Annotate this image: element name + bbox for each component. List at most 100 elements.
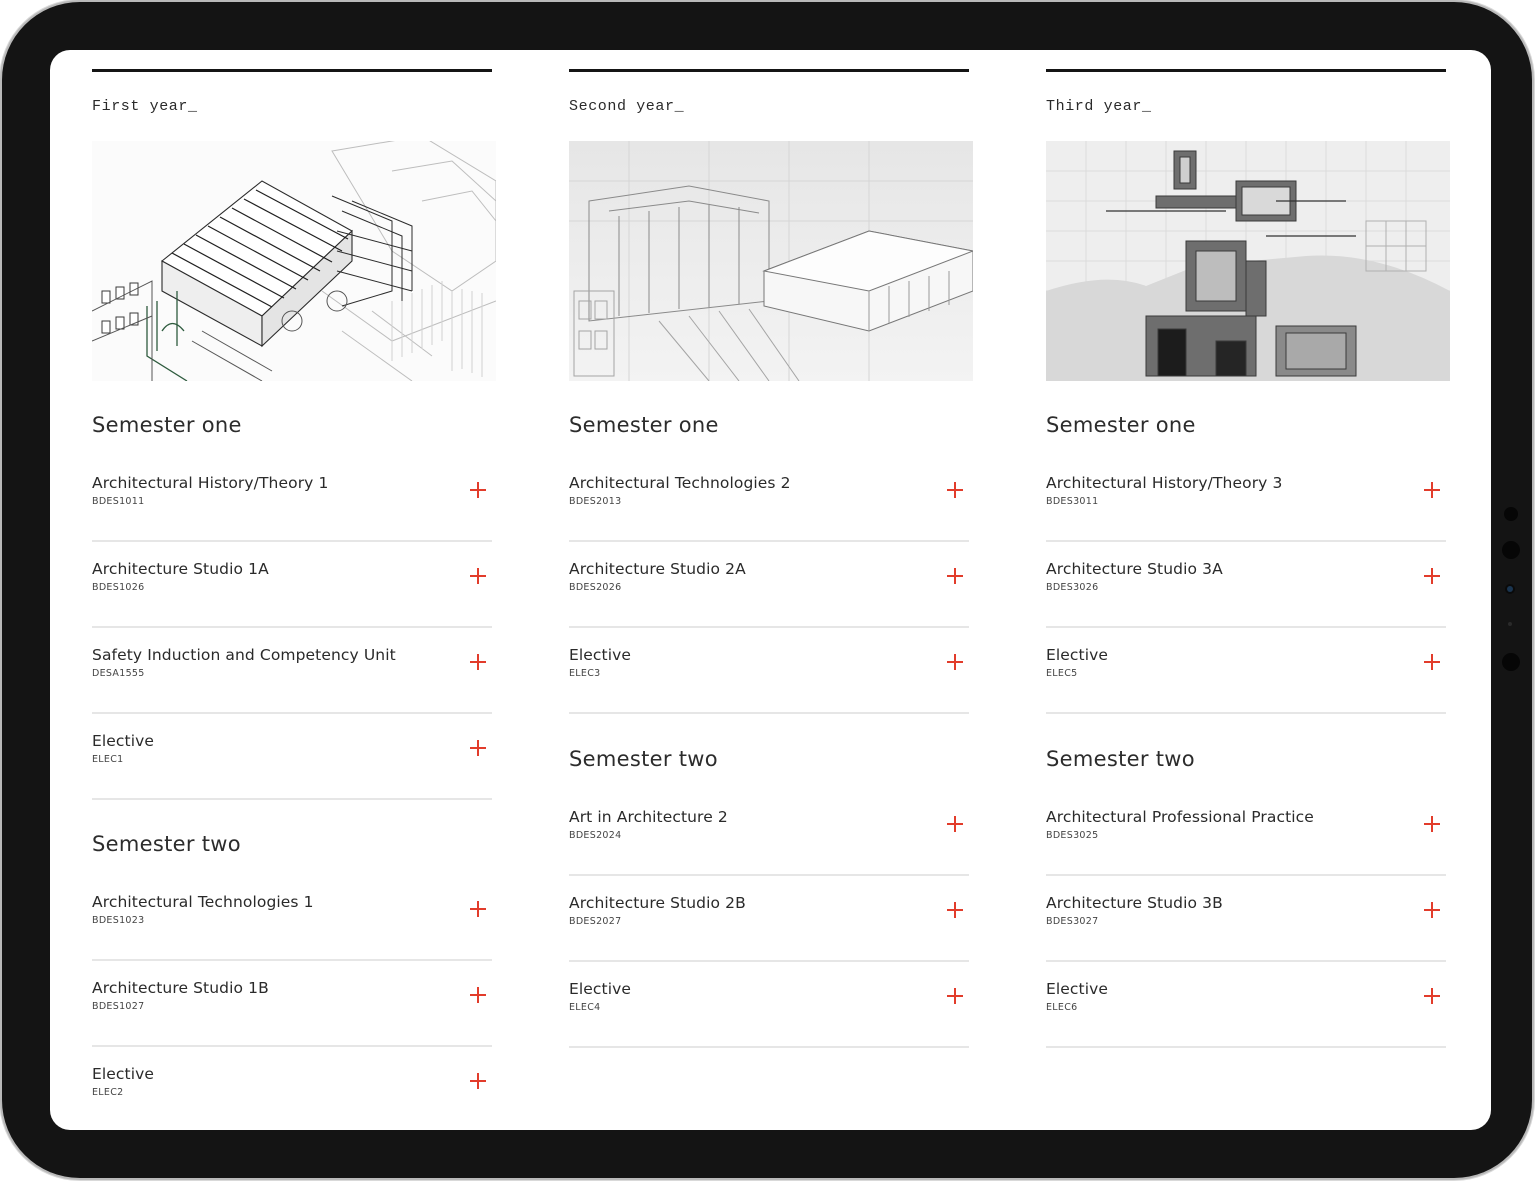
semester-title: Semester one (569, 413, 719, 437)
semester-title: Semester one (1046, 413, 1196, 437)
tablet-frame: First year_ Semester one Architectural H… (2, 2, 1532, 1178)
course-name: Architecture Studio 3A (1046, 560, 1223, 578)
course-list: Art in Architecture 2 BDES2024 Architect… (569, 790, 969, 1048)
course-code: ELEC6 (1046, 1002, 1078, 1013)
column-top-rule (569, 69, 969, 72)
course-name: Architectural Professional Practice (1046, 808, 1314, 826)
plus-icon[interactable] (470, 740, 486, 756)
course-code: BDES3025 (1046, 830, 1099, 841)
course-row[interactable]: Architectural History/Theory 3 BDES3011 (1046, 456, 1446, 542)
course-code: ELEC5 (1046, 668, 1078, 679)
course-code: BDES1011 (92, 496, 145, 507)
course-row[interactable]: Elective ELEC1 (92, 714, 492, 800)
device-button (1502, 541, 1520, 559)
plus-icon[interactable] (1424, 568, 1440, 584)
plus-icon[interactable] (470, 568, 486, 584)
plus-icon[interactable] (1424, 902, 1440, 918)
course-list: Architectural History/Theory 1 BDES1011 … (92, 456, 492, 800)
course-list: Architectural History/Theory 3 BDES3011 … (1046, 456, 1446, 714)
plus-icon[interactable] (470, 987, 486, 1003)
course-code: DESA1555 (92, 668, 145, 679)
year-label: First year_ (92, 98, 198, 115)
hero-image-perspective-drawing (569, 141, 973, 381)
course-name: Elective (569, 646, 632, 664)
year-label: Third year_ (1046, 98, 1152, 115)
course-row[interactable]: Safety Induction and Competency Unit DES… (92, 628, 492, 714)
plus-icon[interactable] (947, 482, 963, 498)
course-name: Art in Architecture 2 (569, 808, 728, 826)
course-row[interactable]: Architecture Studio 1B BDES1027 (92, 961, 492, 1047)
course-row[interactable]: Art in Architecture 2 BDES2024 (569, 790, 969, 876)
course-row[interactable]: Architecture Studio 2A BDES2026 (569, 542, 969, 628)
course-name: Safety Induction and Competency Unit (92, 646, 396, 664)
plus-icon[interactable] (947, 654, 963, 670)
course-code: BDES2026 (569, 582, 622, 593)
camera-icon (1507, 586, 1513, 592)
plus-icon[interactable] (470, 1073, 486, 1089)
course-name: Architecture Studio 2B (569, 894, 746, 912)
course-row[interactable]: Architectural Technologies 2 BDES2013 (569, 456, 969, 542)
hero-image-isometric-building (92, 141, 496, 381)
course-name: Architecture Studio 2A (569, 560, 746, 578)
course-row[interactable]: Elective ELEC6 (1046, 962, 1446, 1048)
column-top-rule (92, 69, 492, 72)
course-row[interactable]: Elective ELEC3 (569, 628, 969, 714)
course-name: Architectural Technologies 2 (569, 474, 791, 492)
hero-image-section-model (1046, 141, 1450, 381)
course-code: ELEC2 (92, 1087, 124, 1098)
course-row[interactable]: Elective ELEC5 (1046, 628, 1446, 714)
course-name: Architecture Studio 3B (1046, 894, 1223, 912)
course-list: Architectural Technologies 2 BDES2013 Ar… (569, 456, 969, 714)
course-row[interactable]: Architecture Studio 3B BDES3027 (1046, 876, 1446, 962)
semester-title: Semester two (1046, 747, 1195, 771)
course-row[interactable]: Architectural Professional Practice BDES… (1046, 790, 1446, 876)
plus-icon[interactable] (470, 482, 486, 498)
course-code: ELEC1 (92, 754, 124, 765)
course-code: BDES1026 (92, 582, 145, 593)
course-name: Elective (569, 980, 632, 998)
course-code: BDES1023 (92, 915, 145, 926)
course-name: Architecture Studio 1A (92, 560, 269, 578)
course-row[interactable]: Architecture Studio 1A BDES1026 (92, 542, 492, 628)
device-side-buttons (1498, 502, 1522, 682)
course-code: BDES3011 (1046, 496, 1099, 507)
course-code: BDES2013 (569, 496, 622, 507)
course-row[interactable]: Architectural Technologies 1 BDES1023 (92, 875, 492, 961)
course-name: Elective (92, 732, 155, 750)
course-row[interactable]: Architecture Studio 2B BDES2027 (569, 876, 969, 962)
semester-title: Semester two (569, 747, 718, 771)
plus-icon[interactable] (947, 816, 963, 832)
plus-icon[interactable] (1424, 482, 1440, 498)
course-list: Architectural Technologies 1 BDES1023 Ar… (92, 875, 492, 1130)
course-code: ELEC3 (569, 668, 601, 679)
course-row[interactable]: Elective ELEC2 (92, 1047, 492, 1130)
device-button (1502, 653, 1520, 671)
course-code: BDES3026 (1046, 582, 1099, 593)
course-name: Architectural History/Theory 1 (92, 474, 329, 492)
course-row[interactable]: Architectural History/Theory 1 BDES1011 (92, 456, 492, 542)
screen: First year_ Semester one Architectural H… (50, 50, 1491, 1130)
course-list: Architectural Professional Practice BDES… (1046, 790, 1446, 1048)
course-code: ELEC4 (569, 1002, 601, 1013)
course-name: Architecture Studio 1B (92, 979, 269, 997)
course-name: Elective (1046, 646, 1109, 664)
plus-icon[interactable] (1424, 654, 1440, 670)
plus-icon[interactable] (947, 988, 963, 1004)
plus-icon[interactable] (1424, 816, 1440, 832)
year-label: Second year_ (569, 98, 685, 115)
course-name: Elective (92, 1065, 155, 1083)
course-row[interactable]: Architecture Studio 3A BDES3026 (1046, 542, 1446, 628)
semester-title: Semester two (92, 832, 241, 856)
course-row[interactable]: Elective ELEC4 (569, 962, 969, 1048)
plus-icon[interactable] (947, 902, 963, 918)
plus-icon[interactable] (470, 654, 486, 670)
course-code: BDES2027 (569, 916, 622, 927)
course-code: BDES3027 (1046, 916, 1099, 927)
course-name: Architectural Technologies 1 (92, 893, 314, 911)
semester-title: Semester one (92, 413, 242, 437)
course-code: BDES1027 (92, 1001, 145, 1012)
plus-icon[interactable] (1424, 988, 1440, 1004)
sensor-icon (1508, 622, 1512, 626)
plus-icon[interactable] (470, 901, 486, 917)
plus-icon[interactable] (947, 568, 963, 584)
